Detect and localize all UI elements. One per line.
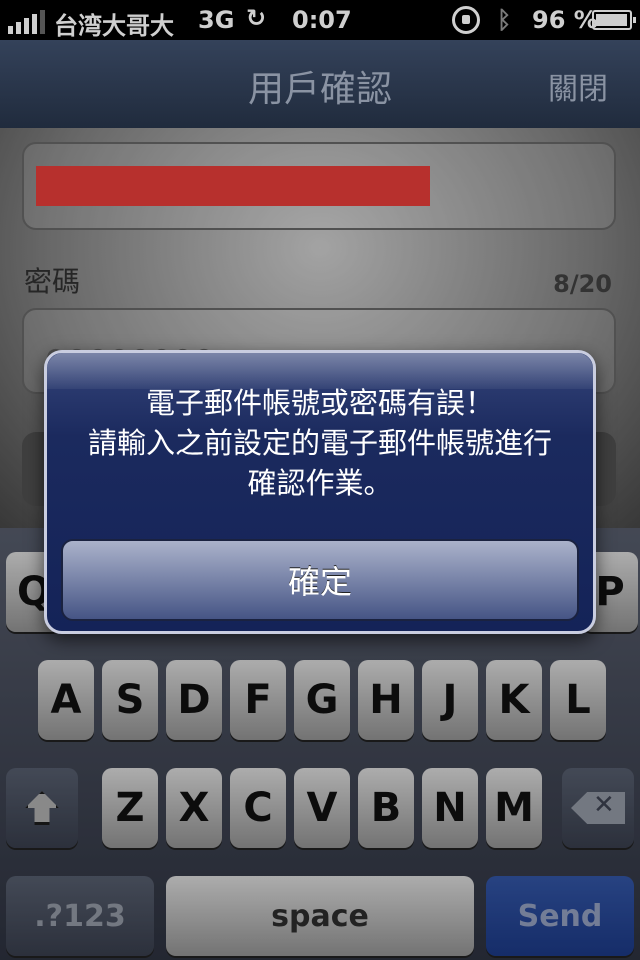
battery-percentage: 96 % <box>532 6 598 34</box>
alert-message: 電子郵件帳號或密碼有誤！ 請輸入之前設定的電子郵件帳號進行 確認作業。 <box>57 383 583 503</box>
alert-message-line: 請輸入之前設定的電子郵件帳號進行 <box>87 426 552 460</box>
alert-ok-button[interactable]: 確定 <box>61 539 579 621</box>
page-title: 用戶確認 <box>247 69 392 110</box>
signal-strength-icon <box>8 10 45 34</box>
alert-message-line: 電子郵件帳號或密碼有誤！ <box>145 386 494 420</box>
alert-message-line: 確認作業。 <box>247 466 393 500</box>
status-bar: 台湾大哥大 3G ↻ 0:07 ᛒ 96 % <box>0 0 640 40</box>
carrier-name: 台湾大哥大 <box>54 12 174 40</box>
close-button[interactable]: 關閉 <box>548 64 608 108</box>
bluetooth-icon: ᛒ <box>497 6 512 34</box>
battery-level-fill <box>596 14 627 26</box>
error-alert: 電子郵件帳號或密碼有誤！ 請輸入之前設定的電子郵件帳號進行 確認作業。 確定 <box>44 350 596 634</box>
clock: 0:07 <box>292 6 352 34</box>
navigation-bar: 用戶確認 關閉 <box>0 40 640 128</box>
rotation-lock-icon <box>452 6 480 34</box>
battery-icon <box>592 10 636 30</box>
network-type: 3G <box>198 6 235 34</box>
activity-icon: ↻ <box>246 4 267 32</box>
